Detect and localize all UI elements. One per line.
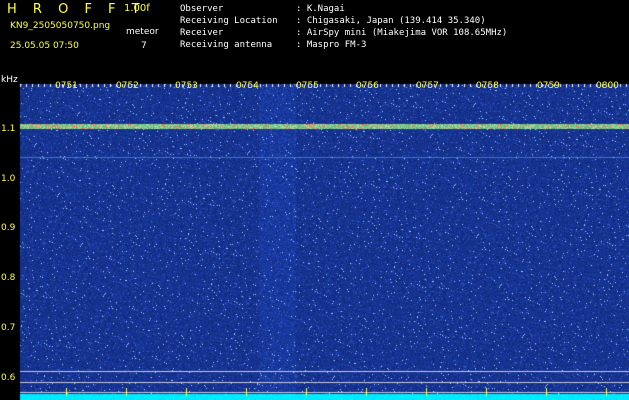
y-tick-label: 1.0 [1,174,16,184]
header-panel: H R O F F T 1.00f KN9_2505050750.png met… [0,0,629,74]
y-tick-label: 1.1 [1,124,16,134]
x-tick-label: 0753 [175,81,198,91]
x-tick-label: 0756 [356,81,379,91]
datetime-label: 25.05.05 07:50 [10,41,79,51]
meteor-count: 7 [141,41,147,51]
x-tick-label: 0759 [537,81,560,91]
x-tick-label: 0758 [476,81,499,91]
info-key-receiver: Receiver [180,28,224,38]
y-axis-unit: kHz [1,75,18,85]
info-key-location: Receiving Location [180,16,278,26]
filename-label: KN9_2505050750.png [10,21,111,31]
meteor-label: meteor [126,27,159,37]
y-tick-label: 0.7 [1,323,16,333]
version-label: 1.00f [124,3,150,14]
info-value-location: : Chigasaki, Japan (139.414 35.340) [296,16,486,26]
x-tick-label: 0755 [296,81,319,91]
info-value-antenna: : Maspro FM-3 [296,40,367,50]
y-tick-label: 0.8 [1,273,16,283]
x-tick-label: 0757 [416,81,439,91]
x-tick-label: 0754 [236,81,259,91]
x-tick-label: 0800 [596,81,619,91]
y-tick-label: 0.6 [1,373,16,383]
spectrogram-canvas [0,74,629,400]
info-key-antenna: Receiving antenna [180,40,273,50]
info-key-observer: Observer [180,4,224,14]
y-tick-label: 0.9 [1,223,16,233]
x-tick-label: 0751 [55,81,78,91]
info-value-receiver: : AirSpy mini (Miakejima VOR 108.65MHz) [296,28,508,38]
x-tick-label: 0752 [116,81,139,91]
info-value-observer: : K.Nagai [296,4,345,14]
